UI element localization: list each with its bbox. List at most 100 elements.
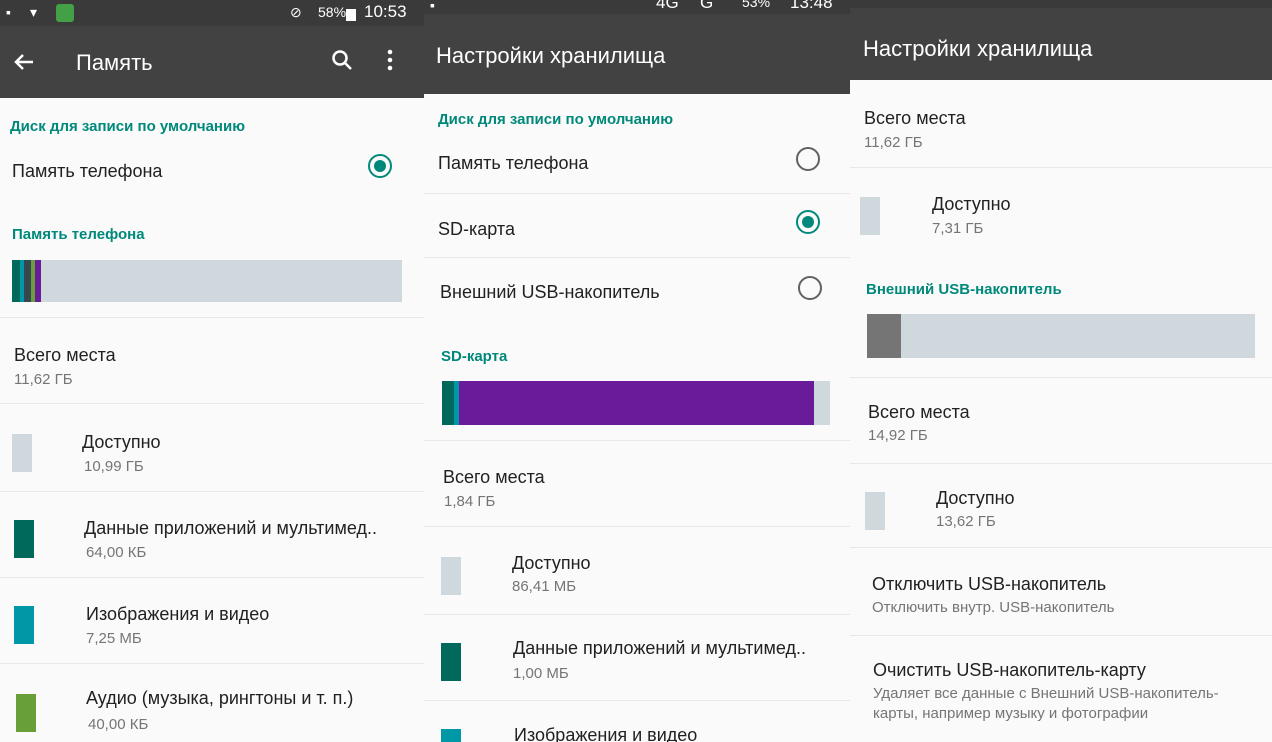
usb-total-space-row: Всего места 14,92 ГБ (850, 378, 1272, 464)
images-label: Изображения и видео (514, 725, 698, 742)
more-vert-icon[interactable] (382, 48, 398, 72)
option-usb-drive[interactable]: Внешний USB-накопитель (424, 258, 850, 324)
app-bar: ▪ 4G G 53% 13:48 Настройки хранилища (424, 0, 850, 94)
unmount-usb-subtitle: Отключить внутр. USB-накопитель (872, 599, 1115, 616)
available-value: 10,99 ГБ (84, 458, 144, 475)
page-title: Память (76, 50, 153, 75)
total-space-value: 1,84 ГБ (444, 493, 496, 510)
unmount-usb-title: Отключить USB-накопитель (872, 574, 1107, 594)
option-phone-memory-label: Память телефона (438, 153, 589, 173)
total-space-value: 11,62 ГБ (14, 371, 73, 388)
option-sd-card-radio[interactable] (796, 210, 820, 234)
available-row[interactable]: Доступно 10,99 ГБ (0, 404, 424, 492)
images-row[interactable]: Изображения и видео (424, 701, 850, 742)
no-sim-icon: ⊘ (290, 4, 302, 20)
available-label: Доступно (512, 553, 591, 573)
unmount-usb-row[interactable]: Отключить USB-накопитель Отключить внутр… (850, 548, 1272, 636)
network-type-2: G (700, 0, 714, 12)
divider (424, 425, 850, 441)
apps-data-row[interactable]: Данные приложений и мультимед.. 64,00 КБ (0, 492, 424, 578)
phone-memory-option[interactable]: Память телефона (0, 140, 424, 200)
option-sd-card[interactable]: SD-карта (424, 194, 850, 258)
usb-available-row[interactable]: Доступно 13,62 ГБ (850, 464, 1272, 548)
app-notification-icon (56, 4, 74, 22)
apps-value: 1,00 МБ (513, 665, 569, 682)
erase-usb-subtitle-line2: карты, например музыку и фотографии (873, 705, 1149, 722)
divider (850, 358, 1272, 378)
images-value: 7,25 МБ (86, 630, 142, 647)
phone-total-space-label: Всего места (864, 108, 966, 128)
phone-available-value: 7,31 ГБ (932, 220, 984, 237)
images-color-swatch (14, 606, 34, 644)
available-color-swatch (865, 492, 885, 530)
status-bar: ▪ ▾ ⊘ 58% 10:53 (0, 0, 424, 26)
app-bar: Настройки хранилища (850, 0, 1272, 80)
images-color-swatch (441, 729, 461, 742)
available-label: Доступно (82, 432, 161, 452)
usb-total-space-label: Всего места (868, 402, 970, 422)
storage-settings-panel-sd: ▪ 4G G 53% 13:48 Настройки хранилища Дис… (424, 0, 850, 742)
phone-total-space-row: Всего места 11,62 ГБ (850, 80, 1272, 168)
option-phone-memory[interactable]: Память телефона (424, 130, 850, 194)
search-icon[interactable] (330, 48, 354, 72)
status-bar: ▪ 4G G 53% 13:48 (424, 0, 850, 14)
usage-segment-used (867, 314, 901, 358)
apps-data-row[interactable]: Данные приложений и мультимед.. 1,00 МБ (424, 615, 850, 701)
erase-usb-row[interactable]: Очистить USB-накопитель-карту Удаляет вс… (850, 636, 1272, 742)
usage-segment-apps (442, 381, 454, 425)
audio-row[interactable]: Аудио (музыка, рингтоны и т. п.) 40,00 К… (0, 664, 424, 742)
images-row[interactable]: Изображения и видео 7,25 МБ (0, 578, 424, 664)
audio-color-swatch (16, 694, 36, 732)
battery-percent: 53% (742, 0, 771, 10)
usb-section-header: Внешний USB-накопитель (866, 281, 1062, 298)
audio-value: 40,00 КБ (88, 716, 149, 733)
wifi-icon: ▾ (30, 4, 38, 20)
battery-percent: 58% (318, 4, 347, 20)
available-color-swatch (12, 434, 32, 472)
clock: 10:53 (364, 2, 407, 21)
app-bar: Память (0, 26, 424, 98)
arrow-left-icon[interactable] (12, 50, 36, 74)
divider (0, 302, 424, 318)
total-space-row: Всего места 1,84 ГБ (424, 441, 850, 527)
erase-usb-title: Очистить USB-накопитель-карту (873, 660, 1146, 680)
clock: 13:48 (790, 0, 833, 12)
usage-segment-apps (12, 260, 20, 302)
option-phone-memory-radio[interactable] (796, 147, 820, 171)
option-usb-drive-label: Внешний USB-накопитель (440, 282, 660, 302)
total-space-label: Всего места (14, 345, 116, 365)
available-row[interactable]: Доступно 86,41 МБ (424, 527, 850, 615)
apps-value: 64,00 КБ (86, 544, 147, 561)
battery-icon (346, 9, 356, 21)
phone-memory-label: Память телефона (12, 161, 163, 181)
usage-bar (442, 381, 830, 425)
storage-settings-panel-usb: Настройки хранилища Всего места 11,62 ГБ… (850, 0, 1272, 742)
images-label: Изображения и видео (86, 604, 270, 624)
page-title: Настройки хранилища (863, 36, 1093, 61)
apps-label: Данные приложений и мультимед.. (84, 518, 377, 538)
apps-label: Данные приложений и мультимед.. (513, 638, 806, 658)
available-color-swatch (441, 557, 461, 595)
image-notification-icon: ▪ (6, 4, 11, 20)
total-space-label: Всего места (443, 467, 545, 487)
usb-usage-bar (867, 314, 1255, 358)
phone-total-space-value: 11,62 ГБ (864, 134, 923, 151)
total-space-row: Всего места 11,62 ГБ (0, 318, 424, 404)
network-type: 4G (656, 0, 679, 12)
page-title: Настройки хранилища (436, 43, 666, 68)
status-bar (850, 0, 1272, 8)
usage-segment-audio (23, 260, 32, 302)
option-usb-drive-radio[interactable] (798, 276, 822, 300)
phone-memory-radio[interactable] (368, 154, 392, 178)
apps-color-swatch (14, 520, 34, 558)
usage-segment-purple (35, 260, 42, 302)
option-sd-card-label: SD-карта (438, 219, 515, 239)
available-value: 86,41 МБ (512, 578, 577, 595)
phone-available-row[interactable]: Доступно 7,31 ГБ (850, 168, 1272, 264)
default-disk-header: Диск для записи по умолчанию (438, 111, 674, 128)
usb-available-label: Доступно (936, 488, 1015, 508)
usage-bar (12, 260, 402, 302)
sd-card-section-header: SD-карта (441, 348, 508, 365)
usb-total-space-value: 14,92 ГБ (868, 427, 928, 444)
image-notification-icon: ▪ (430, 0, 435, 13)
